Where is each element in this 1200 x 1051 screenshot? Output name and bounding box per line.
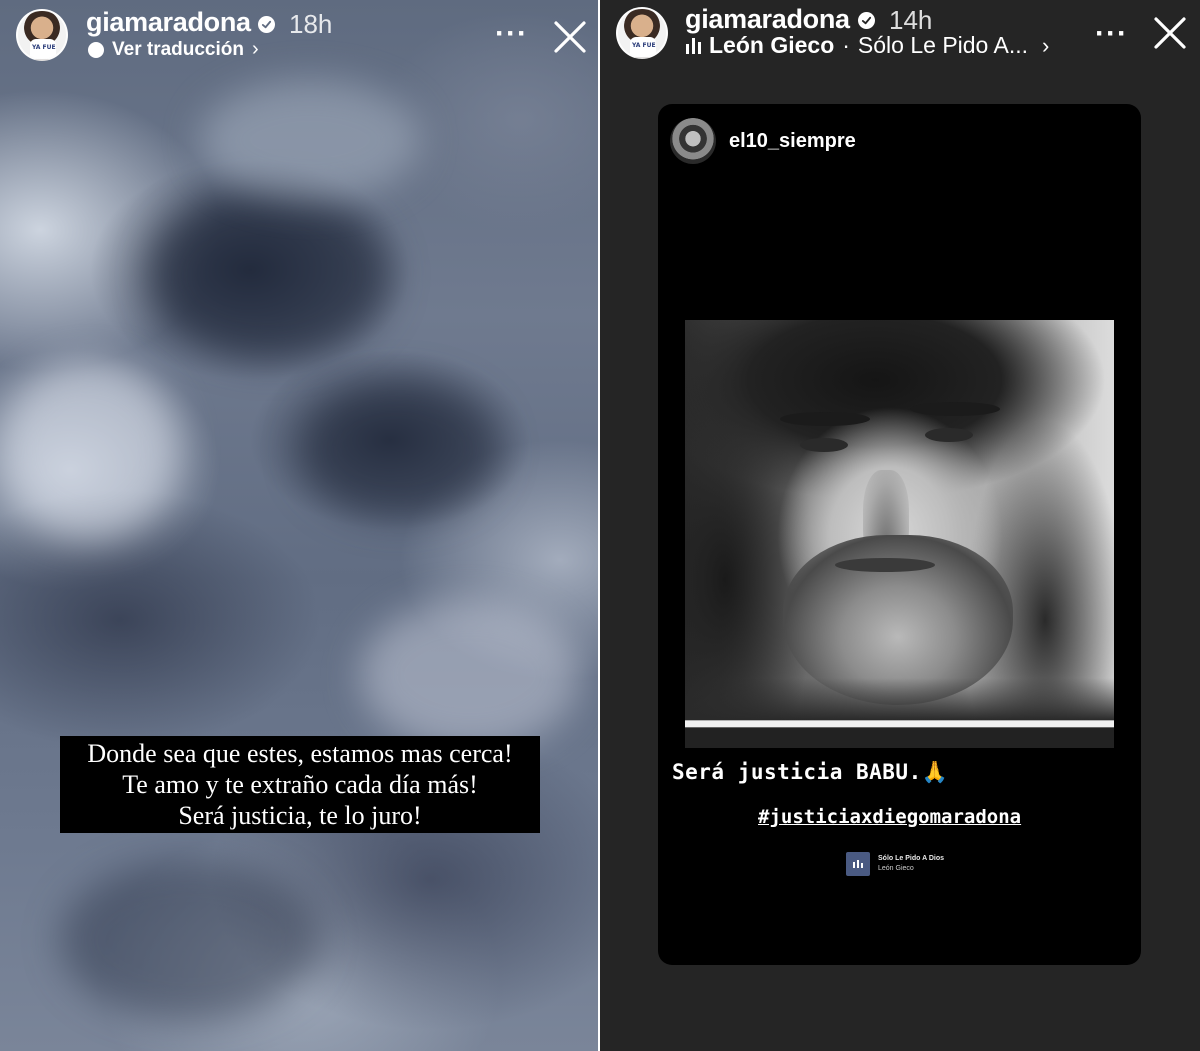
translate-label: Ver traducción — [112, 38, 244, 60]
caption-line: Será justicia, te lo juro! — [178, 801, 422, 830]
shared-post-avatar[interactable] — [670, 118, 716, 164]
sticker-song-title: Sólo Le Pido A Dios — [878, 855, 944, 862]
story-left[interactable]: YA FUE giamaradona 18h Ver traducción › … — [0, 0, 598, 1051]
cloud-texture — [200, 80, 420, 200]
story-right[interactable]: YA FUE giamaradona 14h León Gieco · Sólo… — [600, 0, 1200, 1051]
avatar-shirt-text: YA FUE — [632, 42, 656, 49]
verified-badge-icon — [858, 12, 875, 29]
cloud-texture — [0, 360, 180, 540]
music-artist: León Gieco — [709, 32, 835, 58]
avatar-shirt-text: YA FUE — [32, 44, 56, 51]
translate-icon — [88, 41, 104, 58]
avatar[interactable]: YA FUE — [16, 9, 68, 61]
music-sticker[interactable]: Sólo Le Pido A Dios León Gieco — [846, 852, 944, 876]
music-info[interactable]: León Gieco · Sólo Le Pido A... › — [686, 32, 1049, 59]
cloud-texture — [300, 380, 500, 520]
sticker-artist: León Gieco — [878, 865, 914, 872]
music-bars-icon — [686, 37, 701, 54]
shared-post-card[interactable]: el10_siempre Será justicia BABU.🙏 #justi… — [658, 104, 1141, 965]
close-icon[interactable] — [553, 20, 587, 54]
music-separator: · — [842, 32, 850, 58]
shared-post-caption: Será justicia BABU.🙏 — [672, 760, 949, 784]
shared-post-username[interactable]: el10_siempre — [729, 130, 856, 153]
cloud-texture — [360, 600, 580, 750]
story-header: YA FUE giamaradona 14h León Gieco · Sólo… — [600, 0, 1200, 70]
chevron-right-icon: › — [252, 38, 259, 60]
username[interactable]: giamaradona — [685, 4, 850, 35]
chevron-right-icon: › — [1042, 32, 1050, 58]
avatar[interactable]: YA FUE — [616, 7, 668, 59]
translate-link[interactable]: Ver traducción › — [88, 38, 259, 61]
story-header: YA FUE giamaradona 18h Ver traducción › … — [0, 0, 598, 70]
more-options-icon[interactable]: ··· — [1095, 19, 1128, 49]
more-options-icon[interactable]: ··· — [495, 19, 528, 49]
caption-line: Donde sea que estes, estamos mas cerca! — [87, 739, 513, 768]
caption-line: Te amo y te extraño cada día más! — [122, 770, 478, 799]
username[interactable]: giamaradona — [86, 7, 251, 38]
story-time: 18h — [289, 9, 333, 39]
story-caption: Donde sea que estes, estamos mas cerca! … — [60, 736, 540, 833]
album-art-icon — [846, 852, 870, 876]
hashtag-link[interactable]: #justiciaxdiegomaradona — [758, 806, 1021, 828]
cloud-texture — [60, 860, 320, 1020]
close-icon[interactable] — [1153, 16, 1187, 50]
music-song: Sólo Le Pido A... — [857, 32, 1028, 58]
shared-post-photo — [685, 320, 1114, 748]
cloud-texture — [150, 190, 390, 360]
verified-badge-icon — [258, 16, 275, 33]
